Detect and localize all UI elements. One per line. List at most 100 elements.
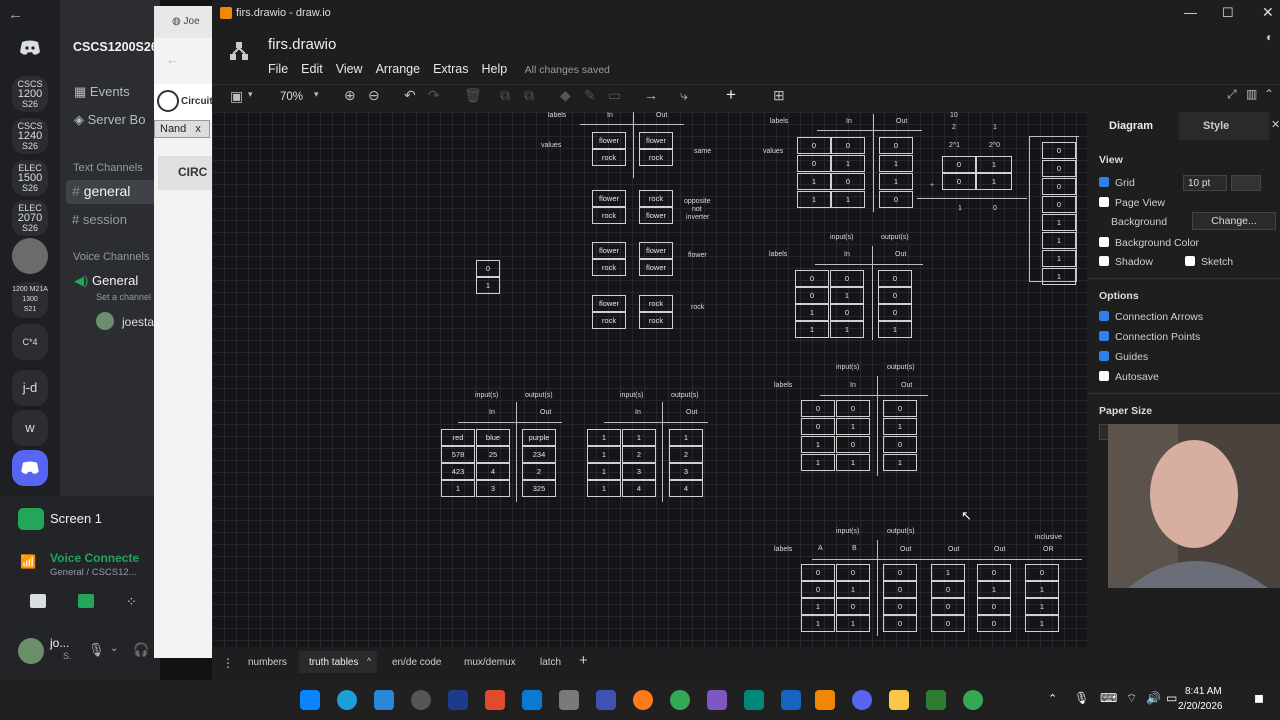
checkbox-checked-icon[interactable] <box>1099 177 1109 187</box>
table-cell[interactable]: 1 <box>587 446 621 463</box>
table-cell[interactable]: 0 <box>883 436 917 453</box>
volume-icon[interactable]: 🔊 <box>1146 691 1161 705</box>
redo-icon[interactable]: ↷ <box>428 87 440 104</box>
table-cell[interactable]: 1 <box>797 191 831 208</box>
table-cell[interactable]: red <box>441 429 475 446</box>
fullscreen-icon[interactable]: ⤢ <box>1227 87 1237 102</box>
table-cell[interactable]: 4 <box>669 480 703 497</box>
table-cell[interactable]: 0 <box>795 287 829 304</box>
powershell-icon[interactable] <box>781 690 801 710</box>
events-item[interactable]: ▦ Events <box>74 84 130 100</box>
table-cell[interactable]: blue <box>476 429 510 446</box>
table-cell[interactable]: 0 <box>830 304 864 321</box>
browser-tab[interactable]: ◍ Joe <box>172 16 200 27</box>
drawio-taskbar-icon[interactable] <box>815 690 835 710</box>
connection-points-checkbox[interactable]: Connection Points <box>1099 331 1200 343</box>
table-cell[interactable]: 3 <box>622 463 656 480</box>
table-cell[interactable]: 1 <box>1042 214 1076 231</box>
table-cell[interactable]: 1 <box>1025 581 1059 598</box>
checkbox-icon[interactable] <box>1099 197 1109 207</box>
notification-icon[interactable]: ◼ <box>1254 691 1264 705</box>
table-cell[interactable]: rock <box>592 207 626 224</box>
table-cell[interactable]: 1 <box>830 321 864 338</box>
minimize-icon[interactable]: — <box>1184 5 1197 20</box>
table-cell[interactable]: 0 <box>797 137 831 154</box>
table-cell[interactable]: 1 <box>977 581 1011 598</box>
table-cell[interactable]: 1 <box>836 581 870 598</box>
server-w[interactable]: w <box>12 410 48 446</box>
table-cell[interactable]: 1 <box>801 436 835 453</box>
table-cell[interactable]: rock <box>639 190 673 207</box>
start-icon[interactable] <box>300 690 320 710</box>
table-cell[interactable]: 0 <box>836 400 870 417</box>
format-panel-icon[interactable]: ▣ <box>230 88 243 105</box>
table-cell[interactable]: 0 <box>883 581 917 598</box>
zoom-dropdown-icon[interactable]: ▾ <box>314 89 319 100</box>
guides-checkbox[interactable]: Guides <box>1099 351 1148 363</box>
member-avatar[interactable] <box>96 312 114 330</box>
app-icon[interactable] <box>596 690 616 710</box>
video-off-icon[interactable] <box>30 594 46 608</box>
table-cell[interactable]: 1 <box>883 454 917 471</box>
voice-channel-general[interactable]: ◀) General <box>74 273 138 289</box>
table-cell[interactable]: 0 <box>879 191 913 208</box>
page-view-checkbox[interactable]: Page View <box>1099 197 1165 209</box>
table-cell[interactable]: rock <box>639 149 673 166</box>
table-cell[interactable]: flower <box>592 242 626 259</box>
binary-cell[interactable]: 0 <box>942 156 976 173</box>
table-cell[interactable]: 0 <box>801 400 835 417</box>
table-cell[interactable]: 0 <box>883 400 917 417</box>
app-f-icon[interactable] <box>485 690 505 710</box>
zoom-in-icon[interactable]: ⊕ <box>344 87 356 104</box>
table-cell[interactable]: 0 <box>836 564 870 581</box>
autosave-checkbox[interactable]: Autosave <box>1099 371 1159 383</box>
table-cell[interactable]: 0 <box>931 581 965 598</box>
table-cell[interactable]: rock <box>592 312 626 329</box>
table-cell[interactable]: 1 <box>836 418 870 435</box>
zoom-out-icon[interactable]: ⊖ <box>368 87 380 104</box>
microphone-icon[interactable]: 🎙 <box>1074 691 1089 705</box>
binary-cell[interactable]: 0 <box>942 173 976 190</box>
screen-share-label[interactable]: Screen 1 <box>50 511 102 526</box>
table-cell[interactable]: 1 <box>441 480 475 497</box>
tab-style[interactable]: Style <box>1179 112 1269 140</box>
close-icon[interactable]: ✕ <box>1262 4 1274 21</box>
shadow-checkbox[interactable]: Shadow <box>1099 256 1153 268</box>
page-tab-truth-tables[interactable]: truth tables <box>309 657 358 668</box>
keyboard-icon[interactable]: ⌨ <box>1100 691 1117 705</box>
table-cell[interactable]: 0 <box>879 137 913 154</box>
table-cell[interactable]: 0 <box>883 615 917 632</box>
table-cell[interactable]: flower <box>639 132 673 149</box>
pages-menu-icon[interactable]: ⋮ <box>222 656 234 670</box>
grid-color-picker[interactable] <box>1231 175 1261 191</box>
table-cell[interactable]: 325 <box>522 480 556 497</box>
table-cell[interactable]: 423 <box>441 463 475 480</box>
discord-home-icon[interactable] <box>12 30 48 66</box>
sketch-checkbox[interactable]: Sketch <box>1185 256 1233 268</box>
table-cell[interactable]: 0 <box>878 304 912 321</box>
file-explorer-icon[interactable] <box>889 690 909 710</box>
kicad-icon[interactable] <box>448 690 468 710</box>
table-cell[interactable]: 1 <box>1042 268 1076 285</box>
theme-toggle-icon[interactable]: ◐ <box>1266 30 1273 44</box>
fill-color-icon[interactable]: ◆ <box>560 87 571 104</box>
table-cell[interactable]: 1 <box>587 429 621 446</box>
table-cell[interactable]: 0 <box>1025 564 1059 581</box>
page-tab-numbers[interactable]: numbers <box>248 657 287 668</box>
table-cell[interactable]: 1 <box>587 463 621 480</box>
binary-cell[interactable]: 1 <box>976 156 1012 173</box>
chevron-up-icon[interactable]: ⌃ <box>1048 692 1057 705</box>
server-name[interactable]: CSCS1200S26 <box>73 40 158 54</box>
table-cell[interactable]: 1 <box>587 480 621 497</box>
store-icon[interactable] <box>374 690 394 710</box>
table-cell[interactable]: 0 <box>1042 178 1076 195</box>
collapse-icon[interactable]: ⌃ <box>1264 87 1274 101</box>
table-cell[interactable]: 0 <box>931 615 965 632</box>
voice-channel-path[interactable]: General / CSCS12... <box>50 567 137 578</box>
table-cell[interactable]: rock <box>592 259 626 276</box>
table-cell[interactable]: 1 <box>931 564 965 581</box>
table-cell[interactable]: 1 <box>830 287 864 304</box>
menu-extras[interactable]: Extras <box>433 62 468 76</box>
maximize-icon[interactable]: ☐ <box>1222 5 1234 21</box>
drawing-canvas[interactable]: labels In Out values flower rock flower … <box>212 112 1087 647</box>
